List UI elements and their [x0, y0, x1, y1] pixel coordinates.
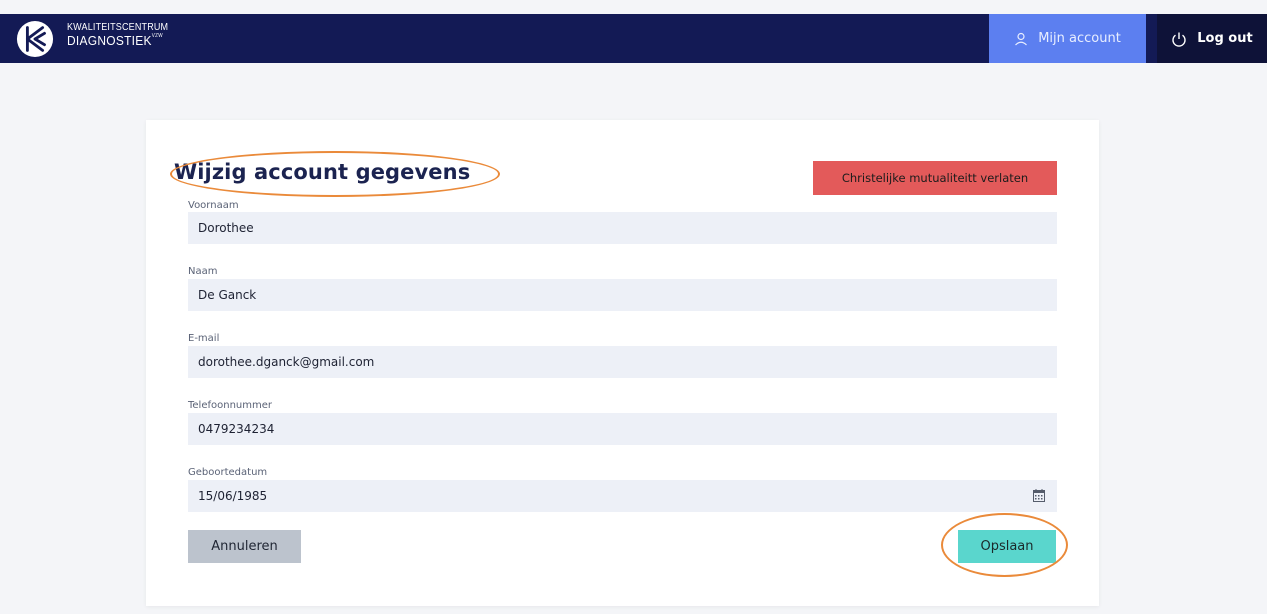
cancel-button[interactable]: Annuleren: [188, 530, 301, 563]
phone-value: 0479234234: [198, 422, 275, 436]
user-icon: [1015, 32, 1028, 45]
logo-icon[interactable]: [16, 20, 54, 58]
birthdate-value: 15/06/1985: [198, 489, 268, 503]
brand-mark: VZW: [151, 33, 163, 39]
my-account-button[interactable]: Mijn account: [989, 14, 1146, 63]
title-highlight-annotation: [170, 151, 500, 197]
my-account-label: Mijn account: [1038, 31, 1121, 46]
logout-button[interactable]: Log out: [1157, 14, 1267, 63]
email-label: E-mail: [188, 333, 220, 344]
account-edit-card: Wijzig account gegevens Christelijke mut…: [146, 120, 1099, 606]
brand-line2: DIAGNOSTIEKVZW: [67, 33, 170, 48]
phone-field[interactable]: 0479234234: [188, 413, 1057, 445]
firstname-value: Dorothee: [198, 221, 254, 235]
lastname-field[interactable]: De Ganck: [188, 279, 1057, 311]
lastname-value: De Ganck: [198, 288, 257, 302]
calendar-icon[interactable]: [1033, 489, 1045, 502]
birthdate-field[interactable]: 15/06/1985: [188, 480, 1057, 512]
power-icon: [1172, 32, 1186, 47]
brand-line2-text: DIAGNOSTIEK: [67, 33, 152, 48]
email-field[interactable]: dorothee.dganck@gmail.com: [188, 346, 1057, 378]
top-navigation-bar: KWALITEITSCENTRUM DIAGNOSTIEKVZW Mijn ac…: [0, 14, 1267, 63]
save-highlight-annotation: [941, 513, 1068, 577]
email-value: dorothee.dganck@gmail.com: [198, 355, 375, 369]
brand-name: KWALITEITSCENTRUM DIAGNOSTIEKVZW: [67, 22, 179, 48]
phone-label: Telefoonnummer: [188, 400, 273, 411]
leave-mutuality-button[interactable]: Christelijke mutualiteitt verlaten: [813, 161, 1057, 195]
logout-label: Log out: [1197, 31, 1253, 46]
firstname-label: Voornaam: [188, 200, 239, 211]
birthdate-label: Geboortedatum: [188, 467, 268, 478]
lastname-label: Naam: [188, 266, 218, 277]
firstname-field[interactable]: Dorothee: [188, 212, 1057, 244]
brand-line1: KWALITEITSCENTRUM: [67, 22, 169, 33]
